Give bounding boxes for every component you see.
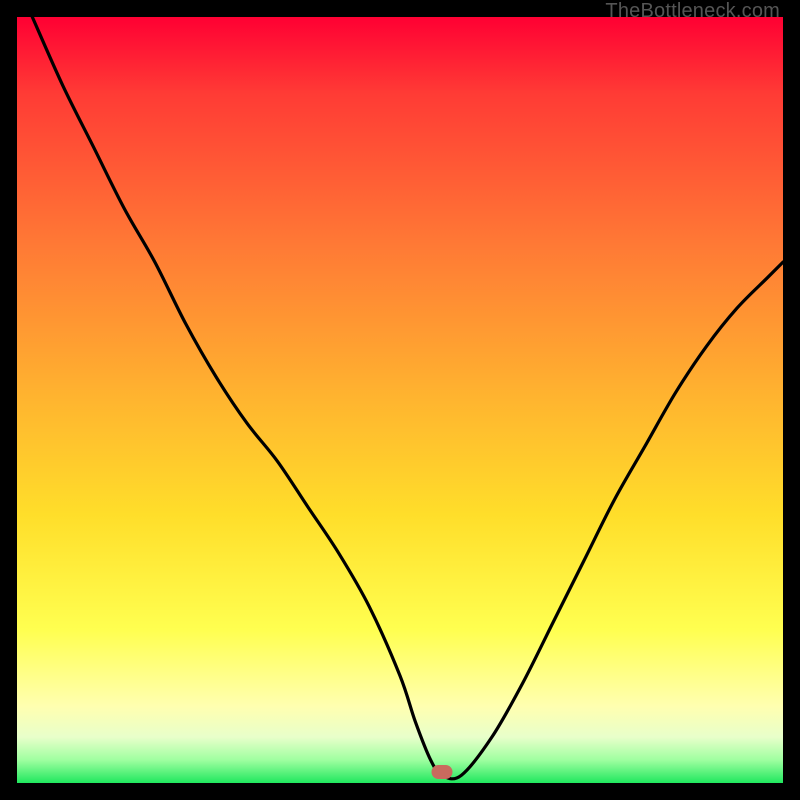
plot-area	[17, 17, 783, 783]
chart-frame: TheBottleneck.com	[0, 0, 800, 800]
optimum-marker	[432, 765, 453, 779]
bottleneck-curve	[17, 17, 783, 783]
